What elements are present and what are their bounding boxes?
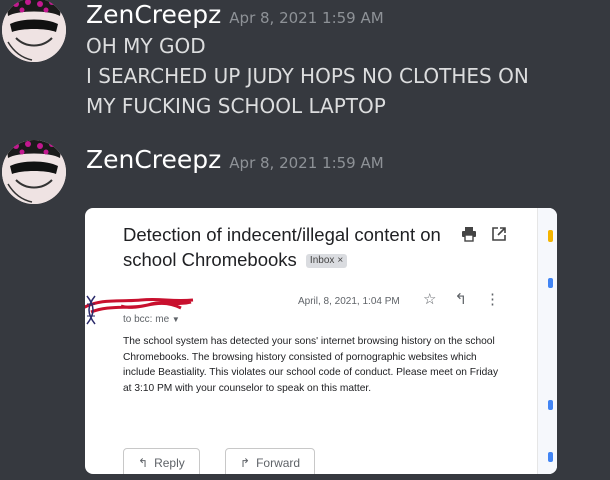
email-subject-text: Detection of indecent/illegal content on… [123,224,441,270]
email-date: April, 8, 2021, 1:04 PM [298,296,400,307]
message-header: ZenCreepz Apr 8, 2021 1:59 AM [86,0,384,29]
message-line: MY FUCKING SCHOOL LAPTOP [86,94,386,118]
reply-button[interactable]: ↰ Reply [123,448,200,474]
side-panel-marker [548,278,553,288]
inbox-label-badge: Inbox × [305,254,348,268]
reply-button-label: Reply [154,456,185,470]
side-panel-marker [548,230,553,242]
email-message-actions: ☆ ↰ ⋮ [423,290,500,308]
more-vert-icon[interactable]: ⋮ [485,290,500,308]
username[interactable]: ZenCreepz [86,0,221,29]
star-icon[interactable]: ☆ [423,290,436,308]
forward-button-label: Forward [256,456,301,470]
message-line: I SEARCHED UP JUDY HOPS NO CLOTHES ON [86,64,529,88]
open-in-new-icon [491,226,507,246]
reply-icon: ↰ [138,456,149,470]
chevron-down-icon[interactable]: ▼ [172,315,180,324]
reply-icon[interactable]: ↰ [454,290,467,308]
message-line: OH MY GOD [86,34,206,58]
printer-icon [461,226,477,246]
email-subject: Detection of indecent/illegal content on… [123,222,453,272]
avatar[interactable] [2,140,66,204]
recipient-text: to bcc: me [123,314,170,325]
email-top-actions [461,226,507,246]
timestamp: Apr 8, 2021 1:59 AM [229,154,384,172]
side-panel-marker [548,400,553,410]
redacted-sender [85,290,201,335]
recipient-line: to bcc: me ▼ [123,314,180,325]
close-icon: × [337,255,344,266]
forward-button[interactable]: ↱ Forward [225,448,316,474]
inbox-label-text: Inbox [309,255,335,266]
timestamp: Apr 8, 2021 1:59 AM [229,9,384,27]
forward-icon: ↱ [240,456,251,470]
email-body: The school system has detected your sons… [123,336,499,394]
side-panel-marker [548,452,553,462]
email-screenshot-attachment[interactable]: Detection of indecent/illegal content on… [85,208,557,474]
side-panel-strip [537,208,557,474]
message-header: ZenCreepz Apr 8, 2021 1:59 AM [86,145,384,174]
avatar[interactable] [2,0,66,62]
username[interactable]: ZenCreepz [86,145,221,174]
